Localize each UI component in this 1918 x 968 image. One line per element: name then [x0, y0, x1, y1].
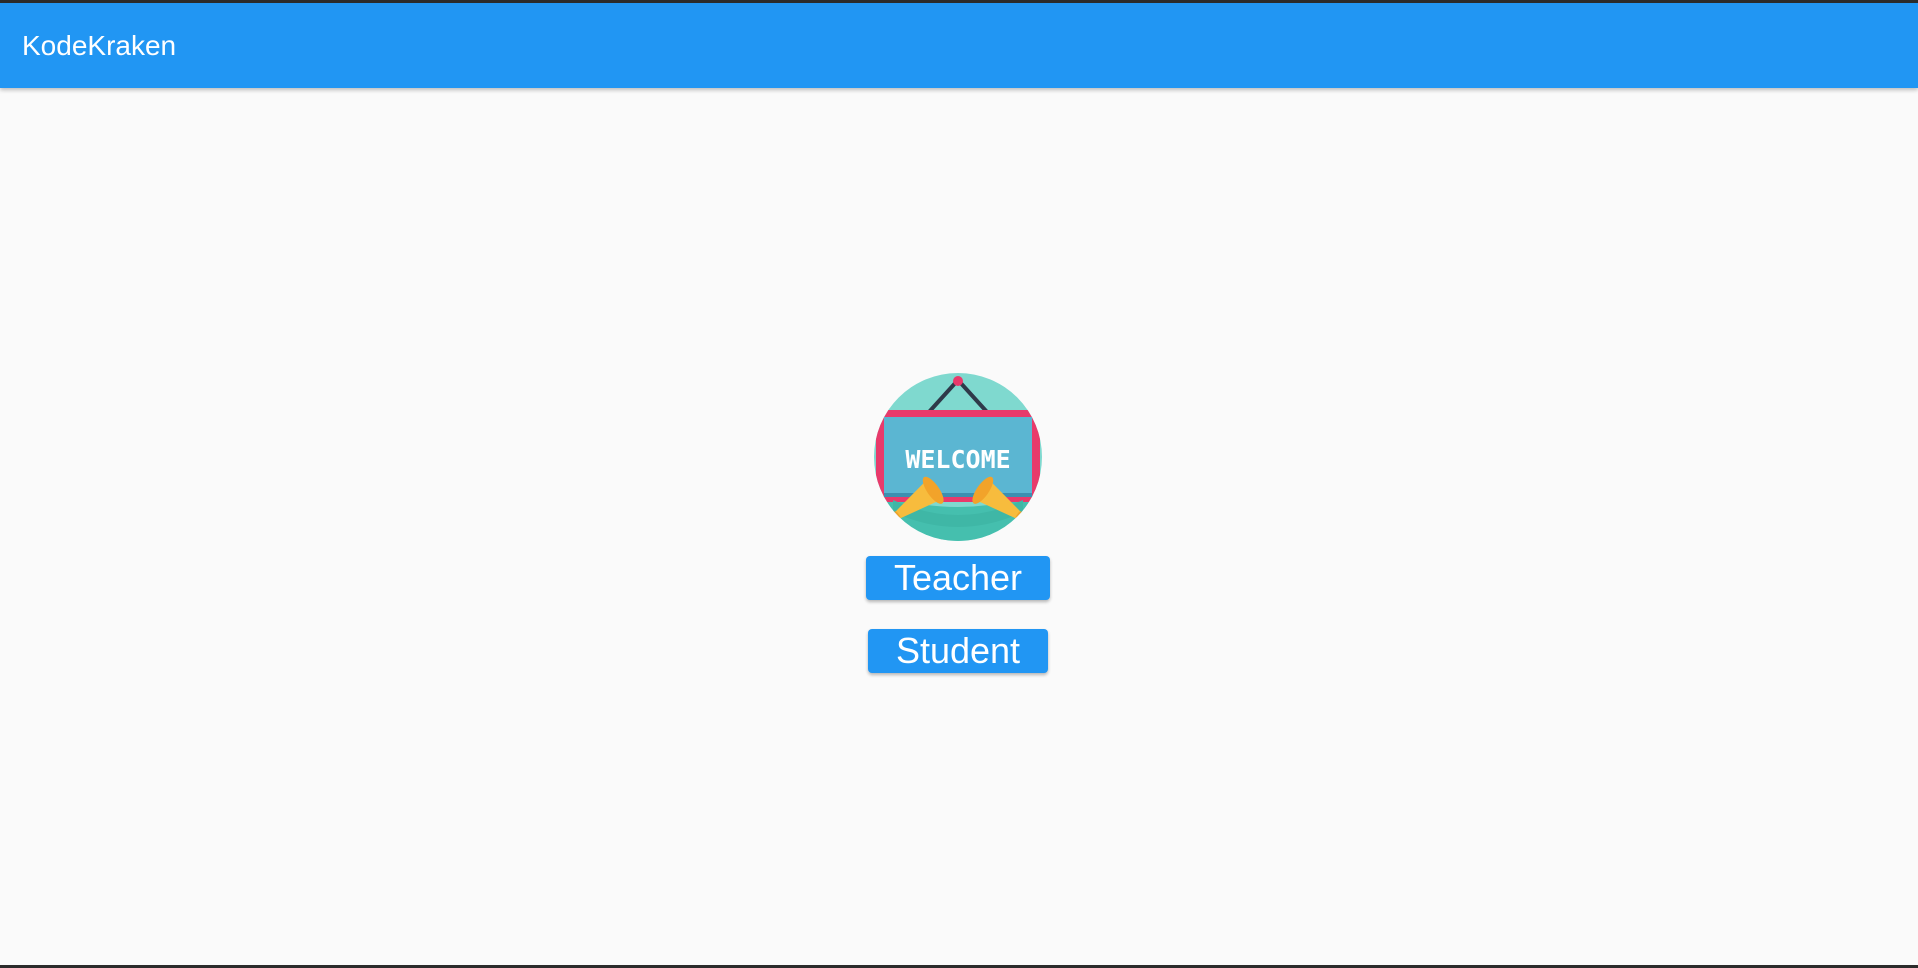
student-button[interactable]: Student: [868, 629, 1048, 673]
welcome-sign-icon: WELCOME: [874, 373, 1042, 541]
app-title: KodeKraken: [22, 30, 177, 61]
app-window: KodeKraken WELCOME Teacher Student: [0, 3, 1918, 965]
welcome-sign-text: WELCOME: [905, 445, 1010, 474]
main-content: WELCOME Teacher Student: [0, 88, 1918, 965]
app-bar: KodeKraken: [0, 3, 1918, 88]
teacher-button[interactable]: Teacher: [866, 556, 1050, 600]
